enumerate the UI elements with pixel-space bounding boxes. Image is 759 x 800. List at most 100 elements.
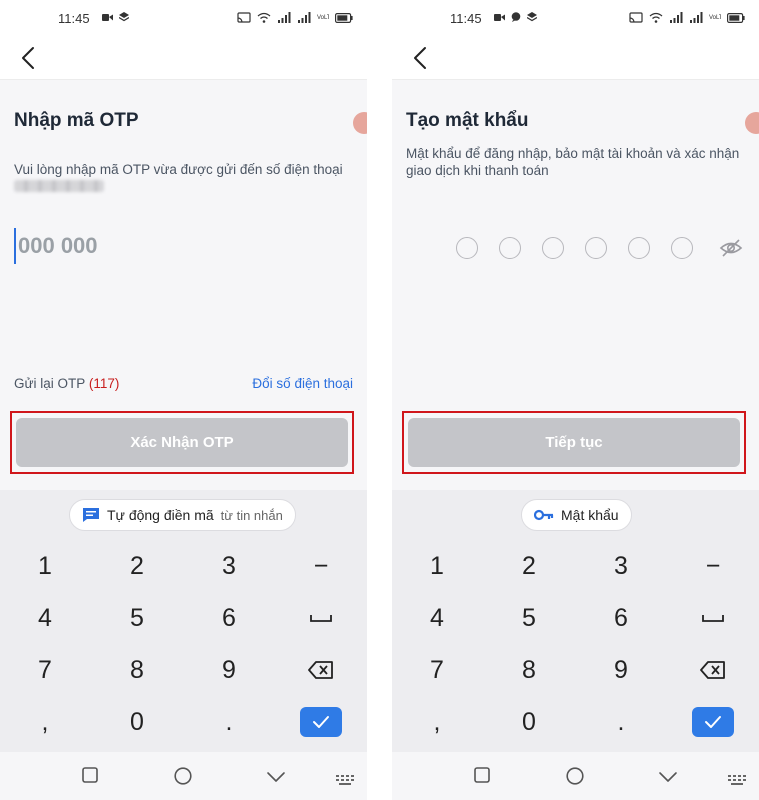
key-space[interactable]: [291, 598, 351, 638]
system-nav-bar: [392, 752, 759, 800]
backspace-icon: [700, 661, 725, 679]
recent-apps-button[interactable]: [82, 767, 98, 788]
video-icon: [494, 13, 505, 21]
key-minus[interactable]: −: [683, 546, 743, 586]
change-phone-link[interactable]: Đổi số điện thoại: [252, 376, 353, 391]
key-7[interactable]: 7: [15, 650, 75, 690]
keyboard-switch-button[interactable]: [728, 772, 746, 790]
key-comma[interactable]: ,: [15, 702, 75, 742]
key-space[interactable]: [683, 598, 743, 638]
key-6[interactable]: 6: [199, 598, 259, 638]
key-minus[interactable]: −: [291, 546, 351, 586]
continue-button[interactable]: Tiếp tục: [408, 418, 740, 467]
autofill-chip-label: Tự động điền mã: [107, 507, 214, 523]
keyboard-switch-button[interactable]: [336, 772, 354, 790]
key-0[interactable]: 0: [499, 702, 559, 742]
key-8[interactable]: 8: [499, 650, 559, 690]
key-0[interactable]: 0: [107, 702, 167, 742]
key-comma[interactable]: ,: [407, 702, 467, 742]
battery-icon: [727, 12, 745, 23]
key-3[interactable]: 3: [591, 546, 651, 586]
key-1[interactable]: 1: [15, 546, 75, 586]
resend-otp-label: Gửi lại OTP: [14, 376, 86, 391]
key-period[interactable]: .: [199, 702, 259, 742]
home-button[interactable]: [566, 767, 584, 790]
network-label: VoLTE: [317, 14, 329, 21]
hide-keyboard-button[interactable]: [658, 770, 678, 788]
otp-input[interactable]: [14, 228, 334, 264]
message-icon: [83, 508, 99, 522]
key-2[interactable]: 2: [499, 546, 559, 586]
password-chip-label: Mật khẩu: [561, 507, 619, 523]
key-9[interactable]: 9: [591, 650, 651, 690]
password-screen: 11:45 VoLTE Tạo mật khẩu Mật khẩu để đăn…: [392, 0, 759, 800]
show-password-toggle[interactable]: [719, 238, 743, 263]
page-title: Tạo mật khẩu: [406, 110, 529, 131]
home-icon: [566, 767, 584, 785]
key-8[interactable]: 8: [107, 650, 167, 690]
key-backspace[interactable]: [683, 650, 743, 690]
key-enter[interactable]: [291, 702, 351, 742]
recent-apps-icon: [474, 767, 490, 783]
space-icon: [702, 615, 724, 622]
back-down-icon: [267, 772, 285, 782]
resend-otp[interactable]: Gửi lại OTP (117): [14, 376, 119, 391]
key-1[interactable]: 1: [407, 546, 467, 586]
system-nav-bar: [0, 752, 367, 800]
confirm-button-highlight: Xác Nhận OTP: [10, 411, 354, 474]
home-icon: [174, 767, 192, 785]
home-button[interactable]: [174, 767, 192, 790]
autofill-chip[interactable]: Tự động điền mã từ tin nhắn: [69, 499, 296, 531]
back-button[interactable]: [406, 44, 434, 72]
pin-dot: [499, 237, 521, 259]
floating-dot[interactable]: [353, 112, 367, 134]
cast-icon: [237, 12, 251, 23]
keyboard-icon: [728, 775, 746, 785]
key-7[interactable]: 7: [407, 650, 467, 690]
chat-bubble-icon: [511, 12, 521, 22]
network-label: VoLTE: [709, 14, 721, 21]
chevron-left-icon: [414, 47, 426, 69]
key-5[interactable]: 5: [107, 598, 167, 638]
password-chip[interactable]: Mật khẩu: [521, 499, 632, 531]
key-3[interactable]: 3: [199, 546, 259, 586]
resend-row: Gửi lại OTP (117) Đổi số điện thoại: [14, 376, 353, 391]
key-4[interactable]: 4: [407, 598, 467, 638]
keyboard-icon: [336, 775, 354, 785]
key-9[interactable]: 9: [199, 650, 259, 690]
wifi-icon: [649, 12, 663, 23]
page-description: Mật khẩu để đăng nhập, bảo mật tài khoản…: [406, 146, 740, 178]
cast-icon: [629, 12, 643, 23]
numeric-keyboard: Tự động điền mã từ tin nhắn 1 2 3 − 4 5 …: [0, 490, 367, 752]
resend-countdown: (117): [88, 376, 120, 391]
back-down-icon: [659, 772, 677, 782]
status-bar: 11:45 VoLTE: [0, 0, 367, 36]
confirm-otp-button[interactable]: Xác Nhận OTP: [16, 418, 348, 467]
key-enter[interactable]: [683, 702, 743, 742]
floating-dot[interactable]: [745, 112, 759, 134]
pin-dot: [671, 237, 693, 259]
key-2[interactable]: 2: [107, 546, 167, 586]
status-time: 11:45: [58, 11, 90, 26]
layers-icon: [119, 12, 129, 22]
key-icon: [534, 509, 554, 521]
recent-apps-button[interactable]: [474, 767, 490, 788]
pin-dot: [456, 237, 478, 259]
back-button[interactable]: [14, 44, 42, 72]
status-time: 11:45: [450, 11, 482, 26]
backspace-icon: [308, 661, 333, 679]
pin-input[interactable]: [456, 237, 693, 259]
key-6[interactable]: 6: [591, 598, 651, 638]
signal-icon: [298, 12, 311, 23]
key-4[interactable]: 4: [15, 598, 75, 638]
key-5[interactable]: 5: [499, 598, 559, 638]
space-icon: [310, 615, 332, 622]
app-bar: [0, 36, 367, 80]
key-period[interactable]: .: [591, 702, 651, 742]
hide-keyboard-button[interactable]: [266, 770, 286, 788]
autofill-chip-sublabel: từ tin nhắn: [220, 507, 283, 523]
numeric-keyboard: Mật khẩu 1 2 3 − 4 5 6 7 8 9 , 0 .: [392, 490, 759, 752]
eye-off-icon: [719, 239, 743, 257]
key-backspace[interactable]: [291, 650, 351, 690]
app-bar: [392, 36, 759, 80]
